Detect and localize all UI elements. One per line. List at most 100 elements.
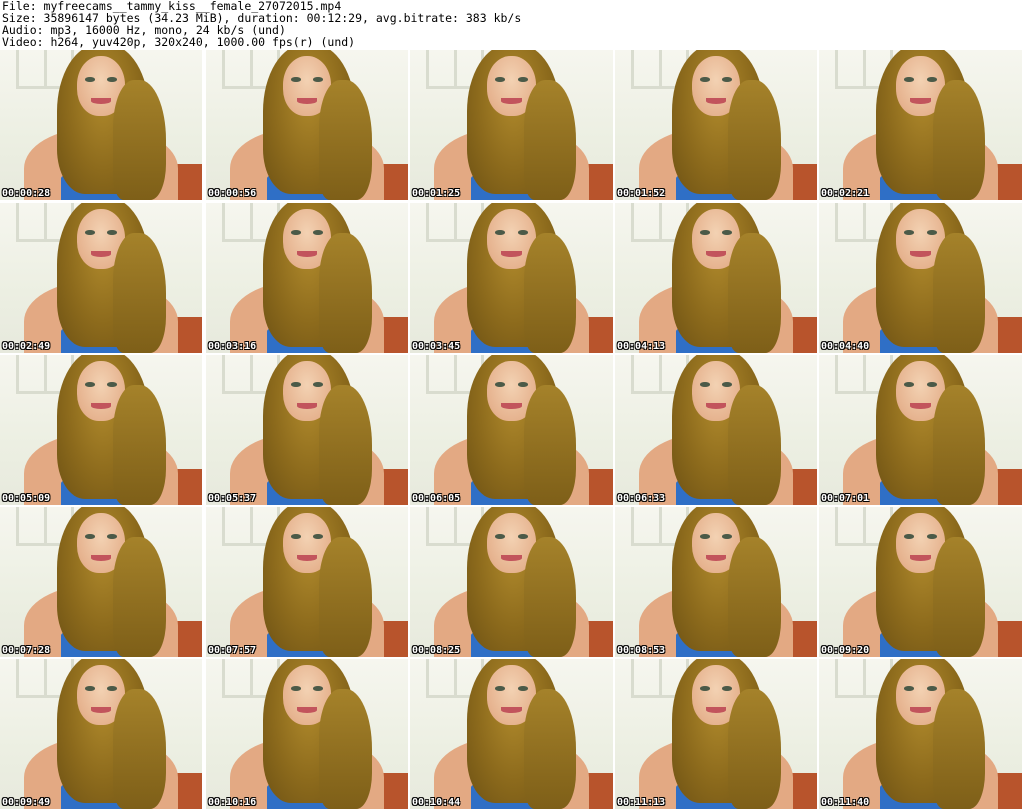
thumbnail-timestamp: 00:05:37 <box>208 493 257 504</box>
hair-lock <box>728 537 781 657</box>
thumbnail-timestamp: 00:09:20 <box>821 645 870 656</box>
eye <box>517 77 528 82</box>
thumbnail-timestamp: 00:02:21 <box>821 188 870 199</box>
thumbnail-timestamp: 00:10:16 <box>208 797 257 808</box>
thumbnail-timestamp: 00:06:05 <box>412 493 461 504</box>
hair-lock <box>523 537 577 657</box>
eye <box>722 77 733 82</box>
thumbnail-timestamp: 00:05:09 <box>2 493 51 504</box>
thumbnail-timestamp: 00:03:16 <box>208 341 257 352</box>
mouth <box>501 555 522 561</box>
hair-lock <box>728 689 781 809</box>
eye <box>84 230 95 235</box>
hair-lock <box>523 385 577 505</box>
thumbnail-timestamp: 00:06:33 <box>617 493 666 504</box>
video-thumbnail: 00:05:37 <box>206 355 408 505</box>
mouth <box>296 403 318 409</box>
eye <box>699 534 710 539</box>
eye <box>926 382 937 387</box>
hair-lock <box>523 689 577 809</box>
eye <box>290 230 301 235</box>
hair-lock <box>932 233 986 353</box>
mouth <box>705 251 727 257</box>
mouth <box>501 403 522 409</box>
thumbnail-timestamp: 00:09:49 <box>2 797 51 808</box>
mouth <box>910 403 931 409</box>
video-thumbnail: 00:04:40 <box>819 203 1022 353</box>
thumbnail-timestamp: 00:01:52 <box>617 188 666 199</box>
mouth <box>296 98 318 104</box>
eye <box>290 382 301 387</box>
video-thumbnail: 00:07:57 <box>206 507 408 657</box>
thumbnail-timestamp: 00:11:13 <box>617 797 666 808</box>
eye <box>926 534 937 539</box>
video-thumbnail: 00:01:25 <box>410 50 613 200</box>
eye <box>107 686 118 691</box>
eye <box>904 230 915 235</box>
thumbnail-timestamp: 00:00:28 <box>2 188 51 199</box>
eye <box>495 230 506 235</box>
thumbnail-timestamp: 00:07:57 <box>208 645 257 656</box>
eye <box>107 230 118 235</box>
eye <box>84 686 95 691</box>
eye <box>699 382 710 387</box>
thumbnail-timestamp: 00:00:56 <box>208 188 257 199</box>
eye <box>699 686 710 691</box>
hair-lock <box>523 80 577 200</box>
hair-lock <box>113 385 166 505</box>
thumbnail-grid: 00:00:28 00:00:56 00:01:25 00:01:52 00:02:21… <box>0 50 1024 811</box>
eye <box>313 230 324 235</box>
eye <box>517 686 528 691</box>
eye <box>290 686 301 691</box>
eye <box>517 230 528 235</box>
hair-lock <box>523 233 577 353</box>
hair-lock <box>728 233 781 353</box>
video-thumbnail: 00:04:13 <box>615 203 817 353</box>
thumbnail-timestamp: 00:01:25 <box>412 188 461 199</box>
mouth <box>90 251 112 257</box>
mouth <box>90 403 112 409</box>
hair-lock <box>113 689 166 809</box>
eye <box>107 534 118 539</box>
eye <box>107 382 118 387</box>
eye <box>495 534 506 539</box>
eye <box>290 534 301 539</box>
video-thumbnail: 00:00:56 <box>206 50 408 200</box>
hair-lock <box>113 80 166 200</box>
mouth <box>910 98 931 104</box>
hair-lock <box>728 80 781 200</box>
video-thumbnail: 00:09:49 <box>0 659 202 809</box>
video-thumbnail: 00:07:01 <box>819 355 1022 505</box>
mouth <box>501 98 522 104</box>
eye <box>495 686 506 691</box>
eye <box>722 230 733 235</box>
hair-lock <box>319 233 372 353</box>
eye <box>722 534 733 539</box>
thumbnail-timestamp: 00:08:53 <box>617 645 666 656</box>
hair-lock <box>932 80 986 200</box>
video-info-line: Video: h264, yuv420p, 320x240, 1000.00 f… <box>2 35 356 49</box>
eye <box>904 686 915 691</box>
eye <box>84 77 95 82</box>
mouth <box>910 555 931 561</box>
eye <box>699 230 710 235</box>
mouth <box>296 707 318 713</box>
video-thumbnail: 00:06:05 <box>410 355 613 505</box>
hair-lock <box>728 385 781 505</box>
hair-lock <box>319 689 372 809</box>
eye <box>926 77 937 82</box>
eye <box>926 686 937 691</box>
eye <box>313 686 324 691</box>
eye <box>290 77 301 82</box>
video-thumbnail: 00:09:20 <box>819 507 1022 657</box>
eye <box>495 77 506 82</box>
mouth <box>705 707 727 713</box>
video-thumbnail: 00:10:44 <box>410 659 613 809</box>
video-thumbnail: 00:08:53 <box>615 507 817 657</box>
mouth <box>90 555 112 561</box>
mouth <box>501 251 522 257</box>
hair-lock <box>932 385 986 505</box>
mouth <box>705 98 727 104</box>
video-thumbnail: 00:02:49 <box>0 203 202 353</box>
mouth <box>296 555 318 561</box>
